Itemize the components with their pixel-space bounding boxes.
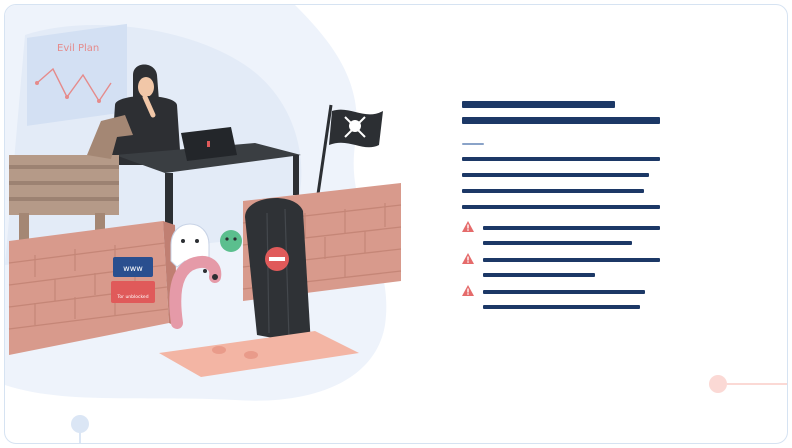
evil-plan-board: Evil Plan — [27, 23, 127, 126]
paragraph-line-2 — [462, 173, 649, 177]
warning-sign: Tor unblocked — [111, 281, 155, 303]
warning-item-3-line-1 — [483, 290, 645, 294]
svg-text:Tor unblocked: Tor unblocked — [116, 294, 148, 300]
paragraph-line-3 — [462, 189, 644, 193]
warning-icon — [462, 221, 474, 232]
heading-line-1 — [462, 101, 615, 108]
heading-line-2 — [462, 117, 660, 124]
www-sign: www — [113, 257, 153, 277]
warning-icon — [462, 285, 474, 296]
decor-dot-pink — [709, 375, 727, 393]
paragraph-line-1 — [462, 157, 660, 161]
warning-icon — [462, 253, 474, 264]
virus-icon — [220, 230, 242, 252]
paragraph-line-4 — [462, 205, 660, 209]
board-title: Evil Plan — [57, 43, 99, 54]
decor-line-pink — [727, 383, 787, 385]
warning-item-3-line-2 — [483, 305, 640, 309]
divider — [462, 143, 484, 145]
warning-item-2-line-1 — [483, 258, 660, 262]
svg-text:www: www — [123, 264, 143, 273]
warning-item-1-line-1 — [483, 226, 660, 230]
decor-line-blue — [79, 431, 81, 443]
warning-item-1-line-2 — [483, 241, 632, 245]
article-card: Evil Plan www Tor unblocked — [4, 4, 788, 444]
hacker-illustration: Evil Plan www Tor unblocked — [5, 5, 402, 401]
warning-item-2-line-2 — [483, 273, 595, 277]
